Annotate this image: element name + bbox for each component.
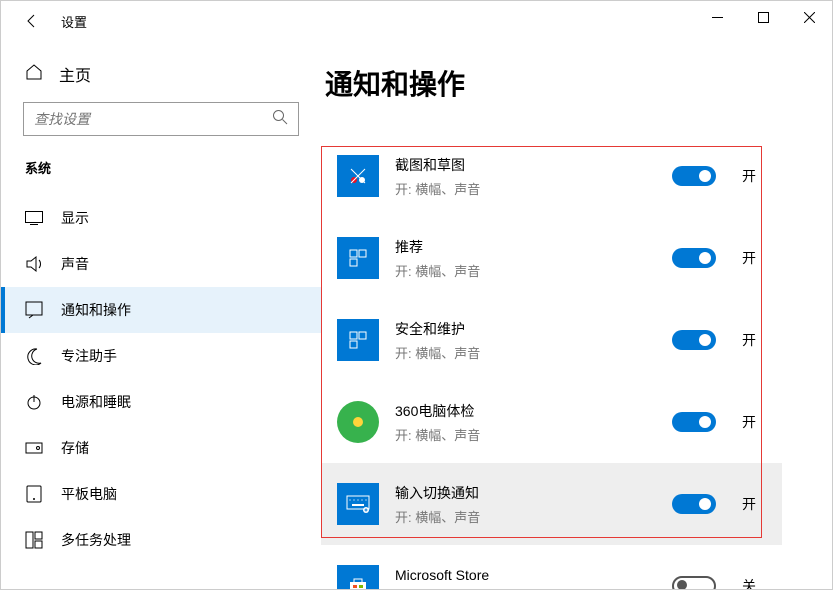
- search-icon: [272, 109, 288, 130]
- display-icon: [25, 211, 43, 225]
- nav-item-storage[interactable]: 存储: [1, 425, 321, 471]
- toggle-360[interactable]: [672, 412, 716, 432]
- app-row-snip[interactable]: 截图和草图开: 横幅、声音 开: [321, 135, 782, 217]
- app-subtitle: 开: 横幅、声音: [395, 343, 656, 362]
- app-icon-snip: [337, 155, 379, 197]
- minimize-button[interactable]: [694, 1, 740, 33]
- close-button[interactable]: [786, 1, 832, 33]
- notifications-icon: [25, 301, 43, 319]
- app-subtitle: 开: 横幅、声音: [395, 261, 656, 280]
- app-row-360[interactable]: 360电脑体检开: 横幅、声音 开: [321, 381, 782, 463]
- app-row-msstore[interactable]: Microsoft Store 关 关: [321, 545, 782, 589]
- toggle-state: 开: [742, 412, 766, 432]
- app-name: 360电脑体检: [395, 401, 656, 421]
- app-icon-tile: [337, 237, 379, 279]
- nav-item-power-sleep[interactable]: 电源和睡眠: [1, 379, 321, 425]
- toggle-input-switch[interactable]: [672, 494, 716, 514]
- app-icon-keyboard: [337, 483, 379, 525]
- nav-label: 存储: [61, 438, 89, 458]
- app-subtitle: 关: [395, 587, 656, 590]
- toggle-state: 开: [742, 248, 766, 268]
- app-subtitle: 开: 横幅、声音: [395, 425, 656, 444]
- nav-item-notifications[interactable]: 通知和操作: [1, 287, 321, 333]
- home-link[interactable]: 主页: [1, 56, 321, 102]
- app-row-input-switch[interactable]: 输入切换通知开: 横幅、声音 开: [321, 463, 782, 545]
- window-title: 设置: [61, 12, 87, 31]
- maximize-button[interactable]: [740, 1, 786, 33]
- multitask-icon: [25, 531, 43, 549]
- app-subtitle: 开: 横幅、声音: [395, 507, 656, 526]
- nav-item-sound[interactable]: 声音: [1, 241, 321, 287]
- nav-label: 通知和操作: [61, 300, 131, 320]
- app-name: 推荐: [395, 237, 656, 257]
- toggle-state: 关: [742, 576, 766, 589]
- search-input[interactable]: [34, 111, 272, 127]
- app-name: Microsoft Store: [395, 567, 656, 583]
- nav-label: 专注助手: [61, 346, 117, 366]
- app-icon-tile: [337, 319, 379, 361]
- nav-item-display[interactable]: 显示: [1, 195, 321, 241]
- nav-label: 电源和睡眠: [61, 392, 131, 412]
- nav-label: 声音: [61, 254, 89, 274]
- nav-item-multitasking[interactable]: 多任务处理: [1, 517, 321, 563]
- nav-label: 多任务处理: [61, 530, 131, 550]
- app-row-recommendation[interactable]: 推荐开: 横幅、声音 开: [321, 217, 782, 299]
- page-title: 通知和操作: [325, 63, 782, 103]
- moon-icon: [25, 347, 43, 365]
- app-subtitle: 开: 横幅、声音: [395, 179, 656, 198]
- app-icon-360: [337, 401, 379, 443]
- nav: 显示 声音 通知和操作 专注助手 电源和睡眠 存储 平板电脑 多任务处理: [1, 195, 321, 563]
- app-name: 安全和维护: [395, 319, 656, 339]
- sound-icon: [25, 255, 43, 273]
- app-row-security[interactable]: 安全和维护开: 横幅、声音 开: [321, 299, 782, 381]
- power-icon: [25, 393, 43, 411]
- nav-label: 显示: [61, 208, 89, 228]
- toggle-state: 开: [742, 494, 766, 514]
- toggle-recommendation[interactable]: [672, 248, 716, 268]
- app-icon-store: [337, 565, 379, 589]
- sidebar: 主页 系统 显示 声音 通知和操作 专注助手 电源和睡眠 存储 平板电脑 多任务…: [1, 41, 321, 589]
- toggle-msstore[interactable]: [672, 576, 716, 589]
- nav-item-tablet[interactable]: 平板电脑: [1, 471, 321, 517]
- toggle-snip[interactable]: [672, 166, 716, 186]
- storage-icon: [25, 439, 43, 457]
- search-box[interactable]: [23, 102, 299, 136]
- nav-group-title: 系统: [25, 158, 297, 177]
- back-button[interactable]: [21, 11, 41, 31]
- home-label: 主页: [59, 62, 91, 86]
- toggle-state: 开: [742, 166, 766, 186]
- notification-senders-list: 截图和草图开: 横幅、声音 开 推荐开: 横幅、声音 开 安全和维护开: 横幅、…: [321, 135, 782, 589]
- tablet-icon: [25, 485, 43, 503]
- main-content: 通知和操作 截图和草图开: 横幅、声音 开 推荐开: 横幅、声音 开 安全和维护…: [321, 41, 832, 589]
- toggle-state: 开: [742, 330, 766, 350]
- home-icon: [25, 63, 43, 86]
- app-name: 截图和草图: [395, 155, 656, 175]
- nav-item-focus-assist[interactable]: 专注助手: [1, 333, 321, 379]
- nav-label: 平板电脑: [61, 484, 117, 504]
- app-name: 输入切换通知: [395, 483, 656, 503]
- toggle-security[interactable]: [672, 330, 716, 350]
